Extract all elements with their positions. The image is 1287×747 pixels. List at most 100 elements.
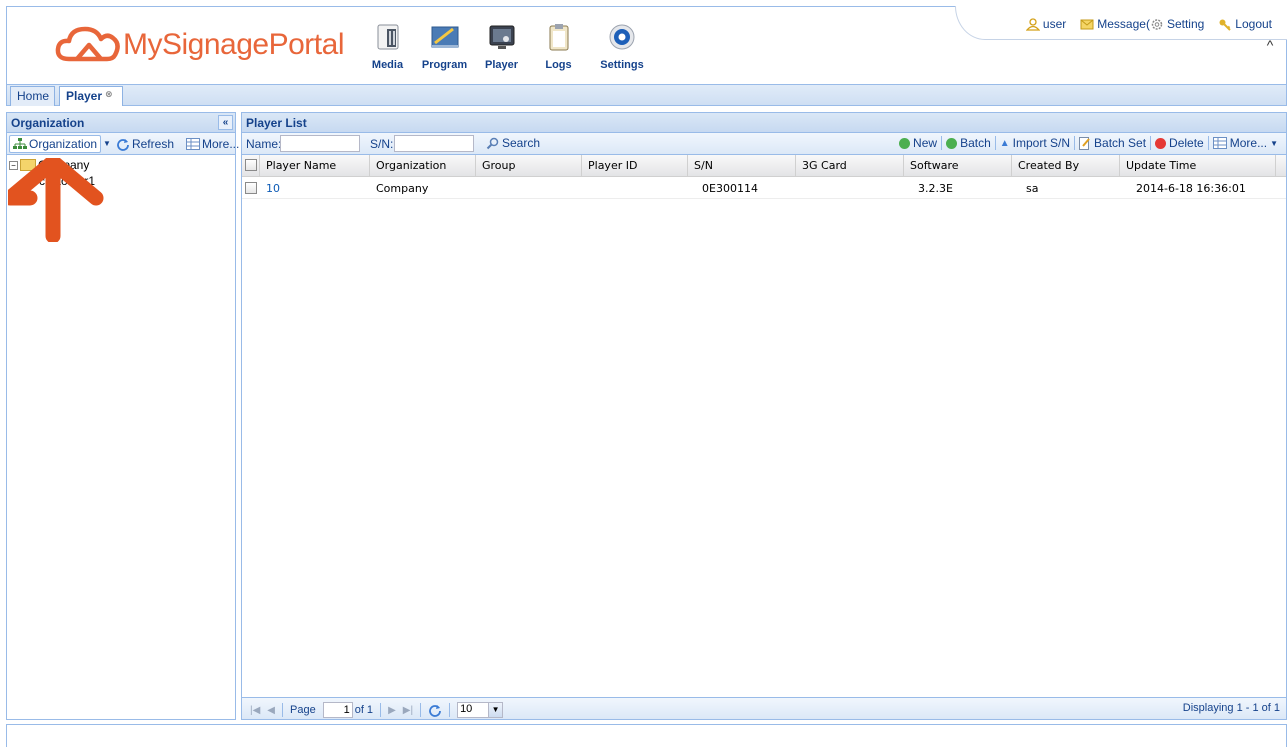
tree-node-root[interactable]: − Company: [9, 157, 233, 173]
nav-program[interactable]: Program: [416, 21, 473, 81]
search-bar: Name: S/N: Search New Batch ▲ Import S/N …: [242, 133, 1286, 155]
refresh-button[interactable]: Refresh: [113, 136, 177, 152]
col-player-name[interactable]: Player Name: [260, 155, 370, 176]
table-row[interactable]: 10 Company 0E300114 3.2.3E sa 2014-6-18 …: [242, 177, 1286, 199]
batch-set-button[interactable]: Batch Set: [1075, 136, 1150, 150]
media-icon: [377, 24, 398, 50]
import-sn-button[interactable]: ▲ Import S/N: [996, 136, 1074, 150]
envelope-icon: [1080, 19, 1094, 29]
collapse-header-icon[interactable]: ^: [1262, 37, 1278, 53]
nav-player[interactable]: Player: [473, 21, 530, 81]
col-group[interactable]: Group: [476, 155, 582, 176]
player-actions: New Batch ▲ Import S/N Batch Set Delete M…: [895, 136, 1282, 150]
logout-link[interactable]: Logout: [1218, 17, 1272, 31]
organization-toolbar: Organization ▼ Refresh More... ▼: [7, 133, 249, 155]
cell-3g-card: [796, 177, 808, 199]
search-icon: [486, 137, 499, 149]
prev-page-icon[interactable]: ◀: [267, 705, 275, 716]
upload-icon: ▲: [999, 137, 1010, 149]
cell-update-time: 2014-6-18 16:36:01: [1136, 182, 1246, 195]
batch-button[interactable]: Batch: [942, 136, 995, 150]
page-size-select[interactable]: 10 ▼: [457, 702, 504, 718]
cloud-logo-icon: [55, 26, 120, 62]
cell-software: 3.2.3E: [918, 182, 953, 195]
cell-created-by: sa: [1026, 182, 1039, 195]
col-update-time[interactable]: Update Time: [1120, 155, 1276, 176]
col-sn[interactable]: S/N: [688, 155, 796, 176]
search-button[interactable]: Search: [486, 136, 540, 150]
chevron-down-icon: ▼: [1270, 138, 1278, 148]
name-label: Name:: [246, 137, 282, 151]
grid-icon: [186, 137, 200, 150]
organization-dropdown-button[interactable]: Organization: [9, 134, 102, 153]
organization-tree: − Company customer1: [7, 155, 235, 191]
org-tree-icon: [13, 137, 27, 149]
nav-logs[interactable]: Logs: [530, 21, 587, 81]
nav-media[interactable]: Media: [359, 21, 416, 81]
nav-settings[interactable]: Settings: [587, 21, 657, 81]
main-nav: Media Program Player Logs Settings: [359, 21, 657, 81]
organization-dropdown-arrow[interactable]: ▼: [101, 139, 113, 148]
message-link[interactable]: Message(: [1080, 17, 1150, 31]
pagination-bar: |◀ ◀ Page of 1 ▶ ▶| 10▼ Displaying 1 - 1…: [242, 697, 1286, 719]
display-count: Displaying 1 - 1 of 1: [1182, 702, 1280, 714]
tree-node-child[interactable]: customer1: [9, 173, 233, 189]
col-player-id[interactable]: Player ID: [582, 155, 688, 176]
player-name-link[interactable]: 10: [260, 177, 286, 199]
chevron-down-icon: ▼: [488, 703, 503, 717]
new-button[interactable]: New: [895, 136, 941, 150]
top-links: user Message( Setting Logout: [1025, 17, 1272, 31]
grid-icon: [1212, 137, 1227, 149]
col-software[interactable]: Software: [904, 155, 1012, 176]
edit-icon: [1079, 136, 1090, 150]
add-icon: [946, 137, 958, 149]
clipboard-icon: [549, 24, 568, 51]
name-search-input[interactable]: [280, 135, 360, 152]
folder-icon: [20, 159, 36, 171]
collapse-node-icon[interactable]: −: [9, 160, 18, 170]
more-actions-button[interactable]: More... ▼: [1209, 136, 1282, 150]
setting-link[interactable]: Setting: [1150, 17, 1204, 31]
col-3g-card[interactable]: 3G Card: [796, 155, 904, 176]
page-label: Page: [290, 704, 316, 716]
organization-panel-title: Organization «: [7, 113, 235, 133]
refresh-icon: [117, 138, 129, 151]
next-page-icon[interactable]: ▶: [388, 705, 396, 716]
user-link[interactable]: user: [1025, 17, 1066, 31]
refresh-icon[interactable]: [428, 703, 442, 717]
delete-icon: [1155, 137, 1167, 149]
player-list-title: Player List: [242, 113, 1286, 133]
grid-header: Player Name Organization Group Player ID…: [242, 155, 1286, 177]
gear-icon: [1151, 18, 1163, 30]
program-icon: [431, 26, 458, 48]
col-organization[interactable]: Organization: [370, 155, 476, 176]
footer-area: [6, 724, 1287, 747]
close-tab-icon[interactable]: ⊗: [105, 89, 113, 99]
collapse-panel-icon[interactable]: «: [218, 115, 233, 130]
app-header: MySignagePortal Media Program Player Log…: [6, 6, 1287, 84]
brand-name: MySignagePortal: [123, 28, 344, 61]
col-created-by[interactable]: Created By: [1012, 155, 1120, 176]
cell-player-id: [582, 177, 594, 199]
player-list-panel: Player List Name: S/N: Search New Batch …: [241, 112, 1287, 720]
key-icon: [1219, 19, 1232, 31]
user-icon: [1025, 17, 1040, 31]
tab-home[interactable]: Home: [10, 86, 55, 106]
tab-player[interactable]: Player ⊗: [59, 86, 123, 106]
cell-organization: Company: [376, 182, 429, 195]
first-page-icon[interactable]: |◀: [250, 705, 260, 716]
sn-search-input[interactable]: [394, 135, 474, 152]
brand-logo[interactable]: MySignagePortal: [55, 25, 344, 65]
delete-button[interactable]: Delete: [1151, 136, 1208, 150]
player-icon: [489, 25, 514, 49]
settings-gear-icon: [609, 24, 635, 50]
tab-bar: Home Player ⊗: [6, 84, 1287, 106]
page-number-input[interactable]: [322, 702, 353, 718]
select-all-checkbox[interactable]: [245, 159, 257, 171]
organization-panel: Organization « Organization ▼ Refresh Mo…: [6, 112, 249, 720]
last-page-icon[interactable]: ▶|: [403, 705, 413, 716]
row-checkbox[interactable]: [245, 182, 257, 194]
select-all-checkbox-cell: [242, 155, 260, 176]
cell-sn: 0E300114: [702, 182, 758, 195]
add-icon: [899, 137, 911, 149]
